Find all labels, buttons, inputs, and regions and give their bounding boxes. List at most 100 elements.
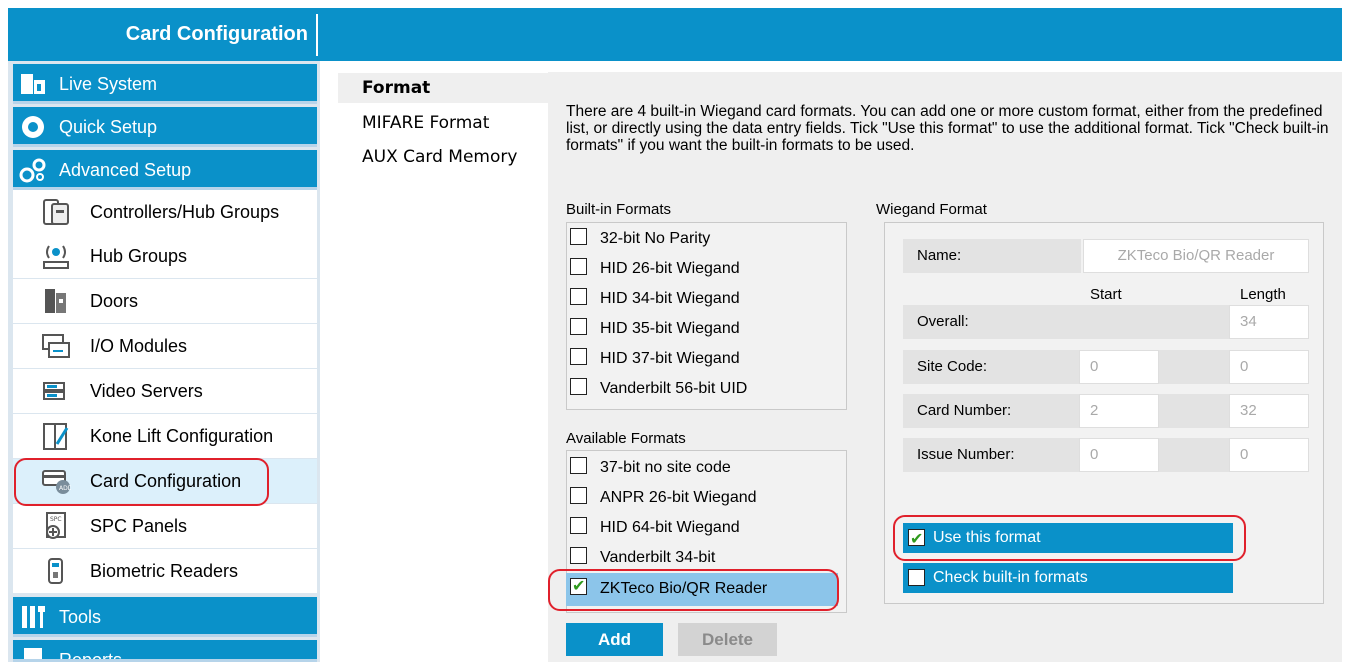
checkbox[interactable] xyxy=(570,487,587,505)
add-button[interactable]: Add xyxy=(566,623,663,656)
builtin-format-item[interactable]: HID 26-bit Wiegand xyxy=(570,256,740,282)
lift-icon xyxy=(41,422,71,450)
builtin-format-label: HID 37-bit Wiegand xyxy=(600,350,740,367)
available-format-item[interactable]: 37-bit no site code xyxy=(570,455,731,481)
builtin-format-label: HID 26-bit Wiegand xyxy=(600,260,740,277)
checkbox[interactable] xyxy=(570,517,587,535)
door-icon xyxy=(41,287,71,315)
site-code-length-field[interactable]: 0 xyxy=(1229,350,1309,384)
reports-icon xyxy=(19,646,47,659)
available-format-item[interactable]: ANPR 26-bit Wiegand xyxy=(570,485,757,511)
builtin-format-item[interactable]: HID 37-bit Wiegand xyxy=(570,346,740,372)
checkbox[interactable] xyxy=(570,258,587,276)
site-code-start-field[interactable]: 0 xyxy=(1079,350,1159,384)
sidebar-item-tools[interactable]: Tools xyxy=(13,597,317,637)
available-format-label: HID 64-bit Wiegand xyxy=(600,519,740,536)
sidebar-item-hub-groups[interactable]: Hub Groups xyxy=(13,234,317,278)
checkbox[interactable] xyxy=(570,228,587,246)
annotation-ring-card-configuration xyxy=(14,458,269,506)
intro-text: There are 4 built-in Wiegand card format… xyxy=(566,103,1329,154)
sidebar-item-live-system[interactable]: Live System xyxy=(13,64,317,104)
check-builtin-checkbox[interactable] xyxy=(908,569,925,586)
annotation-ring-use-format xyxy=(893,515,1246,561)
site-code-label: Site Code: xyxy=(903,350,1081,384)
sidebar-item-kone-lift[interactable]: Kone Lift Configuration xyxy=(13,414,317,458)
delete-button[interactable]: Delete xyxy=(678,623,777,656)
sidebar-item-label: Biometric Readers xyxy=(90,561,239,581)
sidebar-item-label: Advanced Setup xyxy=(59,160,192,180)
sidebar-item-label: SPC Panels xyxy=(90,516,188,536)
sidebar-item-label: Hub Groups xyxy=(90,246,188,266)
checkbox[interactable] xyxy=(570,348,587,366)
tab-mifare-format[interactable]: MIFARE Format xyxy=(338,107,548,139)
sidebar-item-label: Tools xyxy=(59,607,102,627)
controller-icon xyxy=(41,198,71,226)
name-field[interactable]: ZKTeco Bio/QR Reader xyxy=(1083,239,1309,273)
available-formats-label: Available Formats xyxy=(566,430,686,447)
live-system-icon xyxy=(19,70,47,98)
sidebar-item-reports[interactable]: Reports xyxy=(13,640,317,662)
name-label: Name: xyxy=(903,239,1081,273)
sidebar-item-spc-panels[interactable]: SPC SPC Panels xyxy=(13,504,317,548)
card-number-gap xyxy=(1159,394,1229,428)
sidebar-item-io-modules[interactable]: I/O Modules xyxy=(13,324,317,368)
page-title: Card Configuration xyxy=(8,8,316,61)
wireless-hub-icon xyxy=(41,242,71,270)
issue-number-length-field[interactable]: 0 xyxy=(1229,438,1309,472)
gear-icon xyxy=(19,113,47,141)
checkbox[interactable] xyxy=(570,378,587,396)
available-format-item[interactable]: HID 64-bit Wiegand xyxy=(570,515,740,541)
video-server-icon xyxy=(41,377,71,405)
sidebar-item-label: Reports xyxy=(59,650,123,662)
sidebar-item-quick-setup[interactable]: Quick Setup xyxy=(13,107,317,147)
overall-label: Overall: xyxy=(903,305,1229,339)
sidebar-item-controllers[interactable]: Controllers/Hub Groups xyxy=(13,190,317,234)
checkbox[interactable] xyxy=(570,288,587,306)
sidebar-item-doors[interactable]: Doors xyxy=(13,279,317,323)
builtin-format-item[interactable]: Vanderbilt 56-bit UID xyxy=(570,376,747,402)
checkbox[interactable] xyxy=(570,547,587,565)
available-format-label: ANPR 26-bit Wiegand xyxy=(600,489,757,506)
io-module-icon xyxy=(41,332,71,360)
available-format-item[interactable]: Vanderbilt 34-bit xyxy=(570,545,715,571)
sidebar-item-label: Video Servers xyxy=(90,381,203,401)
builtin-format-label: HID 35-bit Wiegand xyxy=(600,320,740,337)
check-builtin-formats-toggle[interactable]: Check built-in formats xyxy=(903,563,1233,593)
sidebar-item-advanced-setup[interactable]: Advanced Setup xyxy=(13,150,317,190)
builtin-formats-label: Built-in Formats xyxy=(566,201,672,218)
overall-length-field[interactable]: 34 xyxy=(1229,305,1309,339)
checkbox[interactable] xyxy=(570,318,587,336)
sidebar-item-label: Quick Setup xyxy=(59,117,158,137)
builtin-format-label: 32-bit No Parity xyxy=(600,230,711,247)
card-number-label: Card Number: xyxy=(903,394,1081,428)
available-format-label: 37-bit no site code xyxy=(600,459,731,476)
title-divider xyxy=(316,14,318,56)
available-format-label: Vanderbilt 34-bit xyxy=(600,549,716,566)
card-number-length-field[interactable]: 32 xyxy=(1229,394,1309,428)
sidebar-item-video-servers[interactable]: Video Servers xyxy=(13,369,317,413)
checkbox[interactable] xyxy=(570,457,587,475)
issue-number-label: Issue Number: xyxy=(903,438,1081,472)
sidebar-item-biometric-readers[interactable]: Biometric Readers xyxy=(13,549,317,593)
check-builtin-label: Check built-in formats xyxy=(933,569,1088,586)
start-column-header: Start xyxy=(1090,286,1122,303)
card-number-start-field[interactable]: 2 xyxy=(1079,394,1159,428)
wiegand-format-label: Wiegand Format xyxy=(876,201,987,218)
sidebar-item-label: I/O Modules xyxy=(90,336,188,356)
site-code-gap xyxy=(1159,350,1229,384)
tab-aux-card-memory[interactable]: AUX Card Memory xyxy=(338,141,548,173)
builtin-format-item[interactable]: HID 35-bit Wiegand xyxy=(570,316,740,342)
gears-icon xyxy=(19,156,47,184)
builtin-format-item[interactable]: 32-bit No Parity xyxy=(570,226,710,252)
builtin-format-item[interactable]: HID 34-bit Wiegand xyxy=(570,286,740,312)
builtin-format-label: HID 34-bit Wiegand xyxy=(600,290,740,307)
issue-number-start-field[interactable]: 0 xyxy=(1079,438,1159,472)
sidebar-item-label: Live System xyxy=(59,74,158,94)
sidebar-item-label: Controllers/Hub Groups xyxy=(90,202,280,222)
biometric-reader-icon xyxy=(41,557,71,585)
annotation-ring-zkteco xyxy=(548,569,839,611)
spc-panel-icon: SPC xyxy=(41,512,71,540)
tab-format[interactable]: Format xyxy=(338,73,548,103)
builtin-format-label: Vanderbilt 56-bit UID xyxy=(600,380,748,397)
length-column-header: Length xyxy=(1240,286,1286,303)
